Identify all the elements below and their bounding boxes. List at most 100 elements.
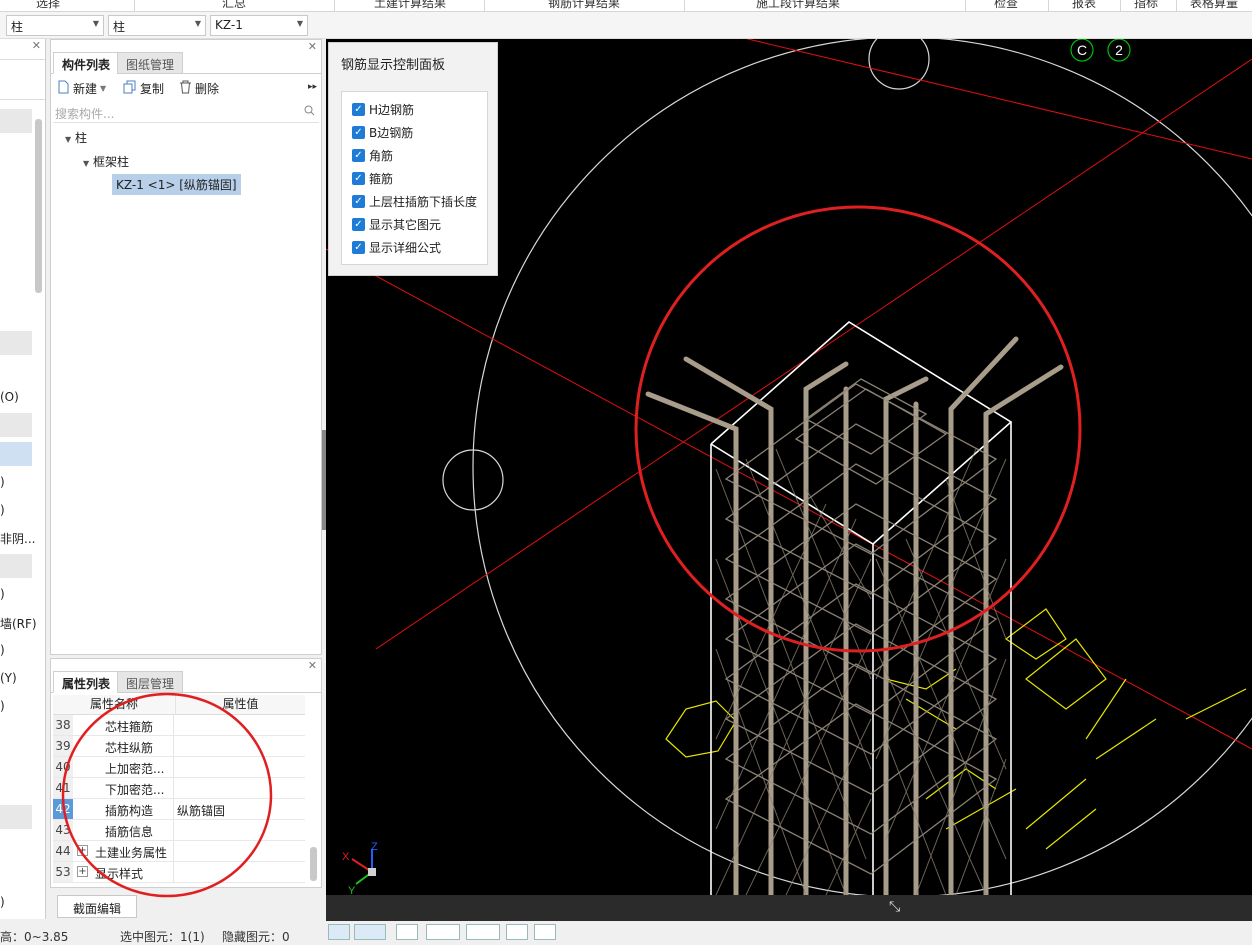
ribbon-summary[interactable]: 汇总 bbox=[222, 0, 246, 11]
new-button-label: 新建 bbox=[73, 82, 98, 96]
tab-component-list[interactable]: 构件列表 bbox=[53, 52, 120, 74]
checkbox-checked-icon[interactable]: ✓ bbox=[352, 103, 365, 116]
chevron-down-icon[interactable]: ▼ bbox=[65, 135, 71, 144]
scrollbar[interactable] bbox=[35, 119, 42, 293]
nav-item-selected[interactable] bbox=[0, 442, 32, 466]
scrollbar[interactable] bbox=[310, 847, 317, 881]
status-selected: 选中图元：1(1) bbox=[120, 930, 205, 944]
chevron-down-icon: ▼ bbox=[92, 19, 99, 28]
axis-x-label: X bbox=[342, 851, 350, 863]
checkbox-checked-icon[interactable]: ✓ bbox=[352, 149, 365, 162]
viewport-bottom-bar: ⤡ bbox=[326, 895, 1252, 921]
tab-layer-manager[interactable]: 图层管理 bbox=[117, 671, 184, 693]
checkbox-checked-icon[interactable]: ✓ bbox=[352, 218, 365, 231]
delete-button-label: 删除 bbox=[195, 82, 220, 96]
tree-node-kz1[interactable]: KZ-1 <1> [纵筋锚固] bbox=[112, 174, 241, 195]
shrink-icon[interactable]: ⤡ bbox=[889, 899, 900, 915]
option-b-rebar[interactable]: ✓ B边钢筋 bbox=[352, 124, 413, 141]
ribbon-rebar-results[interactable]: 钢筋计算结果 bbox=[548, 0, 620, 11]
tab-drawing-manager[interactable]: 图纸管理 bbox=[117, 52, 184, 74]
option-corner-rebar[interactable]: ✓ 角筋 bbox=[352, 147, 393, 164]
checkbox-checked-icon[interactable]: ✓ bbox=[352, 126, 365, 139]
nav-item[interactable]: ) bbox=[0, 475, 5, 489]
option-label: H边钢筋 bbox=[369, 103, 415, 117]
tree-node-column[interactable]: ▼ 柱 bbox=[65, 129, 87, 146]
ribbon-table-calc[interactable]: 表格算量 bbox=[1190, 0, 1238, 11]
nav-band bbox=[0, 109, 32, 133]
tree-node-label: 柱 bbox=[74, 131, 87, 145]
component-combo-value: KZ-1 bbox=[215, 18, 243, 32]
ribbon-strip: 选择 汇总 土建计算结果 钢筋计算结果 施工段计算结果 检查 报表 指标 表格算… bbox=[0, 0, 1252, 12]
delete-button[interactable]: 删除 bbox=[179, 80, 219, 97]
nav-item[interactable]: (O) bbox=[0, 390, 19, 404]
properties-panel: ✕ 属性列表 图层管理 属性名称 属性值 38 芯柱箍筋 39 芯柱纵筋 40 … bbox=[50, 658, 322, 898]
status-elevation: 高：0~3.85 bbox=[0, 930, 69, 944]
nav-item[interactable]: 墙(RF) bbox=[0, 615, 37, 632]
type-combo[interactable]: 柱 ▼ bbox=[108, 15, 206, 36]
checkbox-checked-icon[interactable]: ✓ bbox=[352, 195, 365, 208]
search-icon[interactable] bbox=[304, 105, 315, 119]
option-h-rebar[interactable]: ✓ H边钢筋 bbox=[352, 101, 414, 118]
copy-button-label: 复制 bbox=[140, 82, 165, 96]
rebar-display-control-panel: 钢筋显示控制面板 ✓ H边钢筋 ✓ B边钢筋 ✓ 角筋 ✓ 箍筋 ✓ 上层柱插筋… bbox=[328, 42, 498, 276]
ribbon-select[interactable]: 选择 bbox=[36, 0, 60, 11]
nav-item[interactable]: ) bbox=[0, 503, 5, 517]
chevron-down-icon: ▼ bbox=[100, 84, 107, 93]
option-label: 显示其它图元 bbox=[369, 218, 442, 232]
chevron-down-icon: ▼ bbox=[296, 19, 303, 28]
checkbox-checked-icon[interactable]: ✓ bbox=[352, 241, 365, 254]
tree-node-frame-column[interactable]: ▼ 框架柱 bbox=[83, 153, 129, 170]
ribbon-civil-results[interactable]: 土建计算结果 bbox=[374, 0, 446, 11]
new-button[interactable]: 新建 ▼ bbox=[57, 80, 106, 97]
close-icon[interactable]: ✕ bbox=[32, 39, 41, 52]
option-show-formula[interactable]: ✓ 显示详细公式 bbox=[352, 239, 441, 256]
new-document-icon bbox=[57, 80, 70, 97]
nav-band bbox=[0, 331, 32, 355]
nav-item[interactable]: ) bbox=[0, 699, 5, 713]
copy-button[interactable]: 复制 bbox=[123, 80, 164, 97]
tab-properties[interactable]: 属性列表 bbox=[53, 671, 120, 693]
axis-label-2: 2 bbox=[1115, 42, 1123, 58]
option-upper-dowel-length[interactable]: ✓ 上层柱插筋下插长度 bbox=[352, 193, 477, 210]
option-label: 显示详细公式 bbox=[369, 241, 442, 255]
search-placeholder: 搜索构件... bbox=[55, 107, 115, 121]
highlight-circle bbox=[61, 692, 273, 898]
component-list-panel: ✕ 构件列表 图纸管理 新建 ▼ 复制 删除 ▸▸ 搜索构件... ▼ 柱 ▼ … bbox=[50, 39, 322, 655]
ribbon-report[interactable]: 报表 bbox=[1072, 0, 1096, 11]
control-panel-title: 钢筋显示控制面板 bbox=[341, 58, 446, 73]
chevron-down-icon[interactable]: ▼ bbox=[83, 159, 89, 168]
axis-bubble-2: 2 bbox=[1107, 39, 1131, 62]
nav-item[interactable]: ) bbox=[0, 643, 5, 657]
component-combo[interactable]: KZ-1 ▼ bbox=[210, 15, 308, 36]
component-search-input[interactable]: 搜索构件... bbox=[53, 103, 319, 123]
nav-item[interactable]: ) bbox=[0, 587, 5, 601]
ribbon-stage-results[interactable]: 施工段计算结果 bbox=[756, 0, 840, 11]
axis-label-c: C bbox=[1077, 42, 1087, 58]
nav-item[interactable]: ) bbox=[0, 895, 5, 909]
nav-band bbox=[0, 413, 32, 437]
ribbon-check[interactable]: 检查 bbox=[994, 0, 1018, 11]
status-bar: 高：0~3.85 选中图元：1(1) 隐藏图元：0 bbox=[0, 922, 1252, 944]
status-hidden: 隐藏图元：0 bbox=[222, 930, 290, 944]
option-label: 上层柱插筋下插长度 bbox=[369, 195, 478, 209]
nav-band bbox=[0, 805, 32, 829]
control-panel-options: ✓ H边钢筋 ✓ B边钢筋 ✓ 角筋 ✓ 箍筋 ✓ 上层柱插筋下插长度 ✓ 显示… bbox=[341, 91, 488, 265]
navigation-panel: ✕ (O) ) ) 非阴... ) 墙(RF) ) (Y) ) ) bbox=[0, 39, 46, 919]
copy-icon bbox=[123, 80, 137, 97]
nav-item[interactable]: 非阴... bbox=[0, 530, 35, 547]
tree-node-label: 框架柱 bbox=[92, 155, 129, 169]
option-show-other-elements[interactable]: ✓ 显示其它图元 bbox=[352, 216, 441, 233]
axis-z-label: Z bbox=[371, 841, 378, 853]
more-icon[interactable]: ▸▸ bbox=[308, 82, 317, 92]
floor-combo[interactable]: 柱 ▼ bbox=[6, 15, 104, 36]
nav-band bbox=[0, 554, 32, 578]
option-stirrup[interactable]: ✓ 箍筋 bbox=[352, 170, 393, 187]
component-toolbar: 新建 ▼ 复制 删除 ▸▸ bbox=[51, 78, 321, 100]
trash-icon bbox=[179, 80, 192, 97]
nav-item[interactable]: (Y) bbox=[0, 671, 17, 685]
axis-bubble-c: C bbox=[1070, 39, 1094, 62]
section-edit-button[interactable]: 截面编辑 bbox=[57, 895, 137, 918]
tree-node-label: KZ-1 <1> [纵筋锚固] bbox=[116, 178, 237, 192]
checkbox-checked-icon[interactable]: ✓ bbox=[352, 172, 365, 185]
ribbon-indicator[interactable]: 指标 bbox=[1134, 0, 1158, 11]
